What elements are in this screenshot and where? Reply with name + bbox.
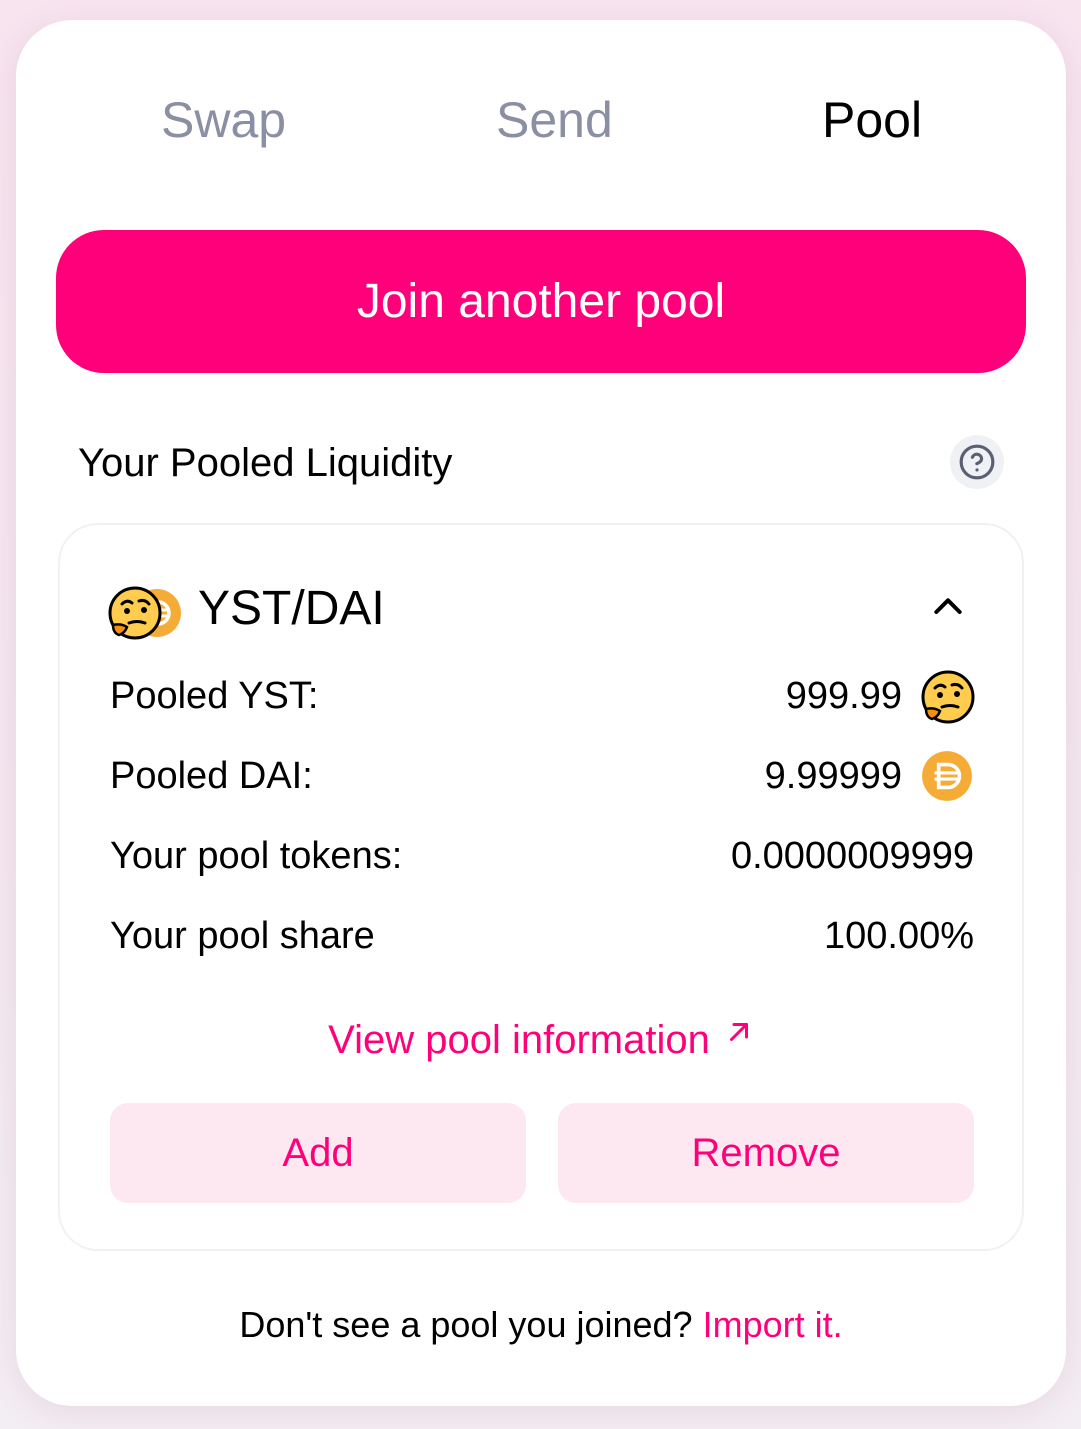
dai-coin-icon xyxy=(920,749,974,803)
tab-swap[interactable]: Swap xyxy=(161,90,286,150)
pool-tokens-row: Your pool tokens: 0.0000009999 xyxy=(110,831,974,881)
import-hint-text: Don't see a pool you joined? xyxy=(239,1304,693,1345)
import-pool-hint: Don't see a pool you joined? Import it. xyxy=(16,1300,1066,1350)
pool-position-card: YST/DAI Pooled YST: 999.99 Pooled DAI: 9… xyxy=(58,523,1024,1251)
thinking-face-icon xyxy=(107,585,163,646)
chevron-up-icon[interactable] xyxy=(928,587,968,627)
pool-share-label: Your pool share xyxy=(110,915,375,957)
pool-share-row: Your pool share 100.00% xyxy=(110,911,974,961)
pool-pair-name: YST/DAI xyxy=(198,582,385,635)
pool-panel: Swap Send Pool Join another pool Your Po… xyxy=(16,20,1066,1406)
pooled-yst-row: Pooled YST: 999.99 xyxy=(110,669,975,724)
remove-liquidity-button[interactable]: Remove xyxy=(558,1103,974,1203)
pool-share-value: 100.00% xyxy=(823,915,974,957)
pooled-dai-row: Pooled DAI: 9.99999 xyxy=(110,751,974,801)
add-liquidity-button[interactable]: Add xyxy=(110,1103,526,1203)
question-circle-icon[interactable] xyxy=(950,435,1004,489)
tab-send[interactable]: Send xyxy=(496,90,613,150)
pooled-yst-value: 999.99 xyxy=(785,675,902,717)
pool-tokens-label: Your pool tokens: xyxy=(110,835,403,877)
section-title: Your Pooled Liquidity xyxy=(78,441,453,485)
token-pair-icons xyxy=(107,585,197,645)
tab-pool[interactable]: Pool xyxy=(822,90,922,150)
import-pool-link[interactable]: Import it. xyxy=(703,1304,843,1345)
pooled-dai-value: 9.99999 xyxy=(764,755,902,797)
thinking-face-icon xyxy=(920,669,975,724)
view-pool-information-link[interactable]: View pool information xyxy=(60,1009,1022,1065)
nav-tabs: Swap Send Pool xyxy=(16,90,1066,160)
join-another-pool-button[interactable]: Join another pool xyxy=(56,230,1026,373)
view-pool-information-label: View pool information xyxy=(328,1018,710,1062)
pooled-dai-label: Pooled DAI: xyxy=(110,755,313,797)
pool-tokens-value: 0.0000009999 xyxy=(730,835,974,877)
pooled-yst-label: Pooled YST: xyxy=(110,675,319,717)
external-arrow-icon xyxy=(724,1009,754,1041)
